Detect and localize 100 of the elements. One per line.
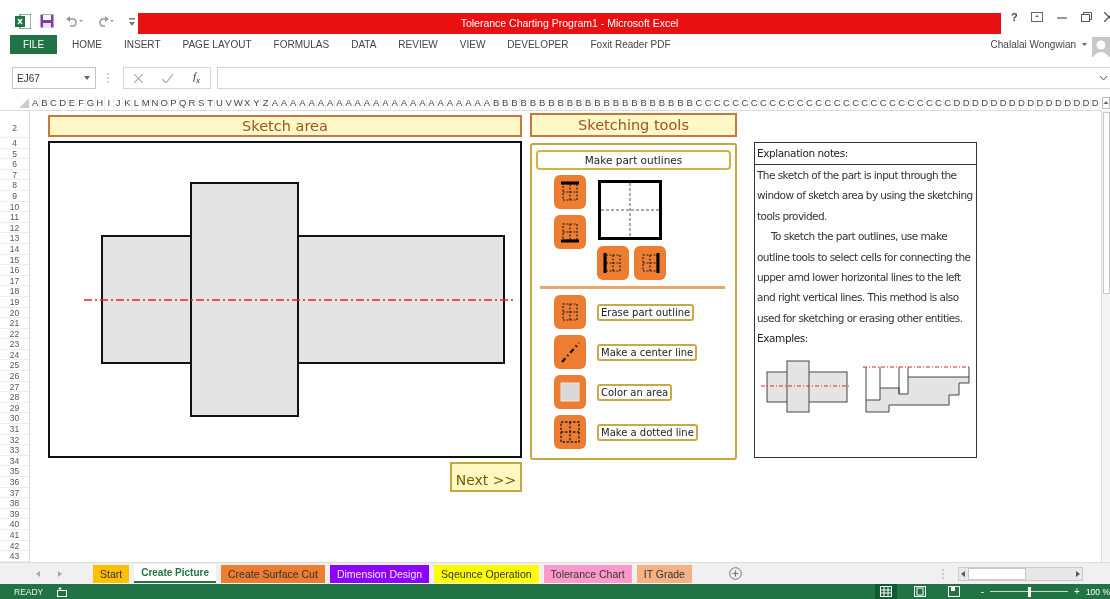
left-edge-tool-icon[interactable]	[597, 246, 629, 280]
column-header[interactable]: D	[1072, 96, 1082, 110]
column-header[interactable]: B	[565, 96, 575, 110]
zoom-in-button[interactable]: +	[1074, 584, 1080, 599]
column-header[interactable]: B	[40, 96, 50, 110]
column-header[interactable]: B	[676, 96, 686, 110]
column-header[interactable]: A	[326, 96, 336, 110]
column-header[interactable]: H	[95, 96, 105, 110]
column-header[interactable]: D	[1081, 96, 1092, 110]
check-icon[interactable]	[162, 73, 174, 83]
help-button[interactable]: ?	[1011, 11, 1018, 23]
column-header[interactable]: A	[270, 96, 280, 110]
row-header[interactable]: 11	[0, 212, 29, 223]
column-header[interactable]: B	[574, 96, 585, 110]
column-header[interactable]: K	[123, 96, 133, 110]
column-header[interactable]: A	[372, 96, 382, 110]
zoom-level[interactable]: 100 %	[1085, 586, 1110, 597]
scroll-up-icon[interactable]	[1102, 97, 1110, 109]
top-edge-tool-icon[interactable]	[554, 175, 586, 209]
column-header[interactable]: C	[731, 96, 741, 110]
column-header[interactable]: D	[989, 96, 999, 110]
caret-icon[interactable]	[84, 76, 90, 80]
row-header[interactable]: 8	[0, 180, 29, 191]
column-header[interactable]: A	[408, 96, 419, 110]
scroll-thumb[interactable]	[967, 567, 1026, 580]
column-header[interactable]: D	[1063, 96, 1073, 110]
ribbon-tab[interactable]: PAGE LAYOUT	[171, 39, 263, 50]
sheet-tab[interactable]: Start	[93, 564, 130, 583]
row-header[interactable]: 9	[0, 190, 29, 202]
column-header[interactable]: D	[1035, 96, 1046, 110]
restore-icon[interactable]	[1080, 12, 1092, 22]
column-header[interactable]: B	[602, 96, 612, 110]
row-header[interactable]: 43	[0, 551, 29, 562]
column-header[interactable]: B	[547, 96, 557, 110]
column-header[interactable]: C	[750, 96, 760, 110]
column-header[interactable]: S	[196, 96, 207, 110]
column-header[interactable]: B	[593, 96, 603, 110]
center-line-tool-icon[interactable]	[554, 335, 586, 369]
row-header[interactable]: 32	[0, 434, 29, 446]
scroll-thumb[interactable]	[1103, 112, 1110, 294]
ribbon-tab[interactable]: Foxit Reader PDF	[579, 39, 682, 50]
row-header[interactable]: 40	[0, 519, 29, 530]
column-header[interactable]: Z	[261, 96, 271, 110]
column-header[interactable]: B	[639, 96, 649, 110]
row-header[interactable]: 6	[0, 159, 29, 170]
column-header[interactable]: C	[869, 96, 880, 110]
column-header[interactable]: F	[77, 96, 87, 110]
column-header[interactable]: B	[501, 96, 511, 110]
formula-input[interactable]	[217, 67, 1110, 89]
save-icon[interactable]	[40, 14, 54, 28]
row-header[interactable]: 18	[0, 286, 29, 297]
row-header[interactable]: 4	[0, 138, 29, 149]
column-header[interactable]: A	[482, 96, 492, 110]
column-header[interactable]: C	[897, 96, 907, 110]
column-header[interactable]: V	[224, 96, 234, 110]
column-header[interactable]: C	[879, 96, 889, 110]
customize-icon[interactable]	[129, 17, 135, 27]
row-header[interactable]: 37	[0, 487, 29, 499]
column-header[interactable]: C	[722, 96, 732, 110]
column-header[interactable]: B	[538, 96, 548, 110]
column-header[interactable]: D	[952, 96, 963, 110]
sheet-tab[interactable]: Create Surface Cut	[221, 564, 325, 583]
row-header[interactable]: 25	[0, 360, 29, 372]
column-header[interactable]: C	[777, 96, 787, 110]
column-header[interactable]: C	[888, 96, 898, 110]
column-header[interactable]: L	[132, 96, 142, 110]
row-header[interactable]: 13	[0, 233, 29, 244]
row-header[interactable]: 22	[0, 328, 29, 340]
row-header[interactable]: 34	[0, 455, 29, 467]
column-header[interactable]: C	[814, 96, 824, 110]
tool-button[interactable]: Make a center line	[597, 343, 698, 361]
column-header[interactable]: A	[335, 96, 345, 110]
column-header[interactable]: D	[971, 96, 981, 110]
sheet-tab[interactable]: Sqeunce Operation	[434, 564, 539, 583]
row-header[interactable]: 14	[0, 243, 29, 255]
row-header[interactable]: 35	[0, 466, 29, 477]
column-header[interactable]: C	[703, 96, 714, 110]
horizontal-scrollbar[interactable]	[957, 566, 1083, 581]
name-box[interactable]: EJ67	[12, 67, 96, 89]
column-header[interactable]: C	[916, 96, 926, 110]
normal-view-button[interactable]	[874, 584, 897, 599]
ribbon-tab[interactable]: HOME	[61, 39, 113, 50]
sketch-area[interactable]	[48, 141, 522, 458]
color-area-tool-icon[interactable]	[554, 375, 586, 409]
sheet-tab[interactable]: Dimension Design	[329, 564, 430, 583]
column-header[interactable]: D	[1026, 96, 1036, 110]
row-header[interactable]: 17	[0, 275, 29, 287]
column-header[interactable]: B	[648, 96, 658, 110]
row-header[interactable]: 2	[0, 115, 29, 138]
column-header[interactable]: E	[67, 96, 78, 110]
column-header[interactable]: B	[556, 96, 566, 110]
ribbon-tab[interactable]: INSERT	[113, 39, 172, 50]
column-header[interactable]: A	[298, 96, 308, 110]
erase-tool-icon[interactable]	[554, 295, 586, 329]
column-header[interactable]: C	[833, 96, 843, 110]
row-header[interactable]: 23	[0, 339, 29, 350]
column-header[interactable]: A	[344, 96, 354, 110]
column-header[interactable]: U	[215, 96, 225, 110]
column-header[interactable]: A	[353, 96, 363, 110]
ribbon-display-icon[interactable]	[1030, 12, 1043, 22]
